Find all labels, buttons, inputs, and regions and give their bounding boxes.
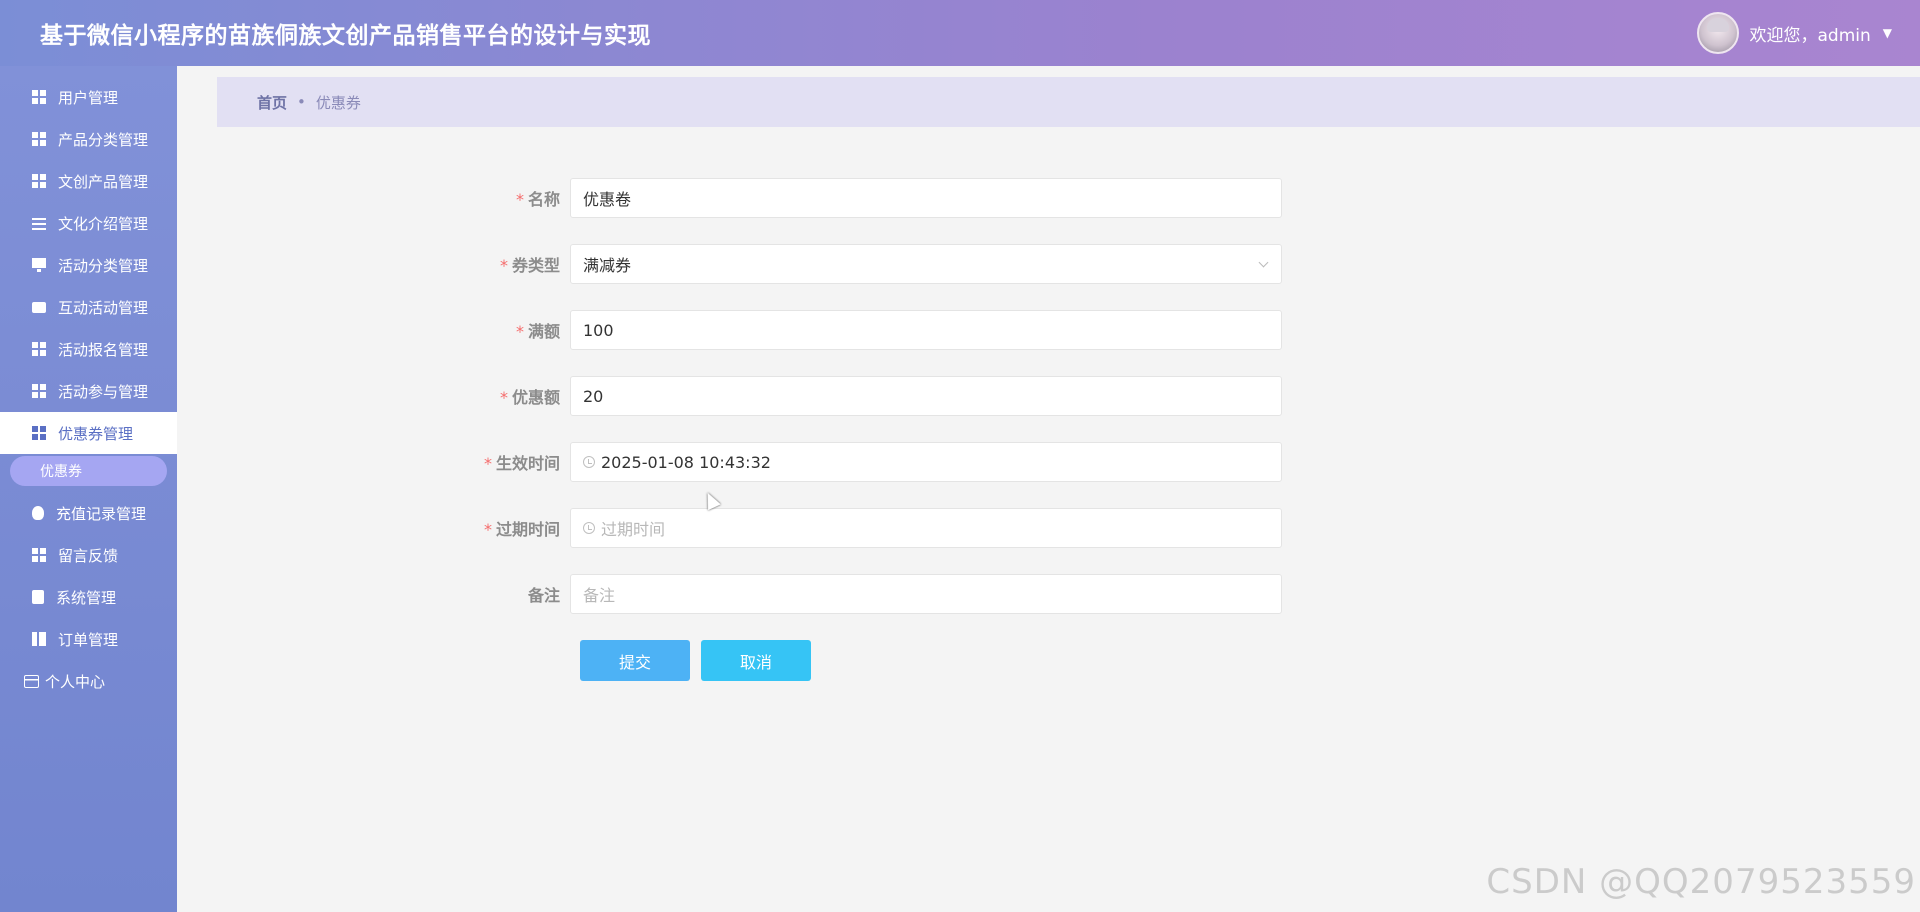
- submit-button[interactable]: 提交: [580, 640, 690, 681]
- discount-label: * 优惠额: [440, 384, 570, 408]
- threshold-input[interactable]: 100: [570, 310, 1282, 350]
- form-row-discount: * 优惠额 20: [440, 376, 1282, 416]
- breadcrumb-separator: •: [297, 93, 306, 111]
- sidebar-item-coupon-management[interactable]: 优惠券管理: [0, 412, 177, 454]
- sidebar-item-activity-category[interactable]: 活动分类管理: [0, 244, 177, 286]
- breadcrumb-home[interactable]: 首页: [257, 92, 287, 113]
- sidebar-item-label: 系统管理: [56, 588, 117, 607]
- sidebar-item-creative-products[interactable]: 文创产品管理: [0, 160, 177, 202]
- sidebar-item-interactive-activity[interactable]: 互动活动管理: [0, 286, 177, 328]
- form-row-remark: 备注 备注: [440, 574, 1282, 614]
- name-input[interactable]: 优惠卷: [570, 178, 1282, 218]
- coupon-type-select[interactable]: 满减券: [570, 244, 1282, 284]
- sidebar-subitem-coupon[interactable]: 优惠券: [10, 456, 167, 486]
- remark-label-text: 备注: [527, 586, 560, 605]
- caret-down-icon[interactable]: ▼: [1883, 26, 1892, 40]
- sidebar-item-label: 用户管理: [58, 88, 119, 107]
- type-label-text: 券类型: [511, 256, 560, 275]
- required-mark: *: [483, 454, 492, 473]
- sidebar-item-label: 充值记录管理: [56, 504, 147, 523]
- sidebar-item-label: 互动活动管理: [58, 298, 149, 317]
- cancel-button[interactable]: 取消: [701, 640, 811, 681]
- card-icon: [24, 674, 39, 688]
- chevron-down-icon: [1258, 257, 1269, 268]
- required-mark: *: [483, 520, 492, 539]
- sidebar-item-label: 留言反馈: [58, 546, 119, 565]
- required-mark: *: [515, 322, 524, 341]
- type-label: * 券类型: [440, 252, 570, 276]
- form-row-type: * 券类型 满减券: [440, 244, 1282, 284]
- form-row-threshold: * 满额 100: [440, 310, 1282, 350]
- sidebar-item-feedback[interactable]: 留言反馈: [0, 534, 177, 576]
- sidebar-item-culture-intro[interactable]: 文化介绍管理: [0, 202, 177, 244]
- grid-icon: [32, 132, 46, 146]
- name-label: * 名称: [440, 186, 570, 210]
- sidebar-item-label: 活动参与管理: [58, 382, 149, 401]
- sidebar-item-label: 订单管理: [58, 630, 119, 649]
- watermark: CSDN @QQ2079523559: [1486, 862, 1916, 902]
- breadcrumb: 首页 • 优惠券: [217, 77, 1920, 127]
- sidebar: 用户管理 产品分类管理 文创产品管理 文化介绍管理 活动分类管理 互动活动管理 …: [0, 66, 177, 912]
- end-time-picker[interactable]: 过期时间: [570, 508, 1282, 548]
- threshold-label-text: 满额: [527, 322, 560, 341]
- end-time-placeholder: 过期时间: [601, 520, 666, 539]
- start-time-label-text: 生效时间: [495, 454, 560, 473]
- grid-icon: [32, 174, 46, 188]
- required-mark: *: [515, 190, 524, 209]
- name-label-text: 名称: [527, 190, 560, 209]
- start-time-picker[interactable]: 2025-01-08 10:43:32: [570, 442, 1282, 482]
- sidebar-item-product-category[interactable]: 产品分类管理: [0, 118, 177, 160]
- sidebar-item-label: 活动报名管理: [58, 340, 149, 359]
- clock-icon: [583, 456, 595, 468]
- sidebar-item-system-management[interactable]: 系统管理: [0, 576, 177, 618]
- end-time-label-text: 过期时间: [495, 520, 560, 539]
- form-actions: 提交 取消: [580, 640, 1282, 681]
- remark-input[interactable]: 备注: [570, 574, 1282, 614]
- sidebar-item-label: 文创产品管理: [58, 172, 149, 191]
- breadcrumb-current: 优惠券: [315, 93, 361, 112]
- sidebar-item-label: 产品分类管理: [58, 130, 149, 149]
- grid-icon: [32, 90, 46, 104]
- monitor-icon: [32, 258, 46, 272]
- discount-label-text: 优惠额: [511, 388, 560, 407]
- sidebar-item-label: 活动分类管理: [58, 256, 149, 275]
- sidebar-item-label: 文化介绍管理: [58, 214, 149, 233]
- coupon-type-value: 满减券: [583, 256, 632, 275]
- form-row-end-time: * 过期时间 过期时间: [440, 508, 1282, 548]
- end-time-label: * 过期时间: [440, 516, 570, 540]
- required-mark: *: [499, 256, 508, 275]
- bulb-icon: [32, 506, 44, 520]
- user-menu[interactable]: 欢迎您，admin ▼: [1697, 12, 1892, 54]
- required-mark: *: [499, 388, 508, 407]
- sidebar-item-personal-center[interactable]: 个人中心: [0, 660, 177, 702]
- top-header: 基于微信小程序的苗族侗族文创产品销售平台的设计与实现 欢迎您，admin ▼: [0, 0, 1920, 66]
- grid-icon: [32, 342, 46, 356]
- sidebar-item-user-management[interactable]: 用户管理: [0, 76, 177, 118]
- clipboard-icon: [32, 590, 44, 604]
- threshold-label: * 满额: [440, 318, 570, 342]
- sidebar-item-activity-participation[interactable]: 活动参与管理: [0, 370, 177, 412]
- start-time-label: * 生效时间: [440, 450, 570, 474]
- coupon-form: * 名称 优惠卷 * 券类型 满减券 * 满额 100 * 优惠额 20 * 生效时间 2…: [440, 178, 1282, 681]
- clock-icon: [583, 522, 595, 534]
- grid-icon: [32, 548, 46, 562]
- sidebar-item-order-management[interactable]: 订单管理: [0, 618, 177, 660]
- remark-label: 备注: [440, 582, 570, 606]
- discount-input[interactable]: 20: [570, 376, 1282, 416]
- avatar[interactable]: [1697, 12, 1740, 54]
- sidebar-item-recharge-records[interactable]: 充值记录管理: [0, 492, 177, 534]
- form-row-name: * 名称 优惠卷: [440, 178, 1282, 218]
- start-time-value: 2025-01-08 10:43:32: [601, 452, 771, 472]
- book-icon: [32, 632, 46, 646]
- grid-icon: [32, 426, 46, 440]
- grid-icon: [32, 384, 46, 398]
- sidebar-item-label: 个人中心: [45, 672, 106, 691]
- chat-icon: [32, 301, 46, 313]
- form-row-start-time: * 生效时间 2025-01-08 10:43:32: [440, 442, 1282, 482]
- welcome-text[interactable]: 欢迎您，admin: [1749, 21, 1870, 46]
- app-title: 基于微信小程序的苗族侗族文创产品销售平台的设计与实现: [40, 23, 651, 49]
- sidebar-item-label: 优惠券管理: [58, 424, 134, 443]
- sidebar-item-activity-signup[interactable]: 活动报名管理: [0, 328, 177, 370]
- sliders-icon: [32, 216, 46, 230]
